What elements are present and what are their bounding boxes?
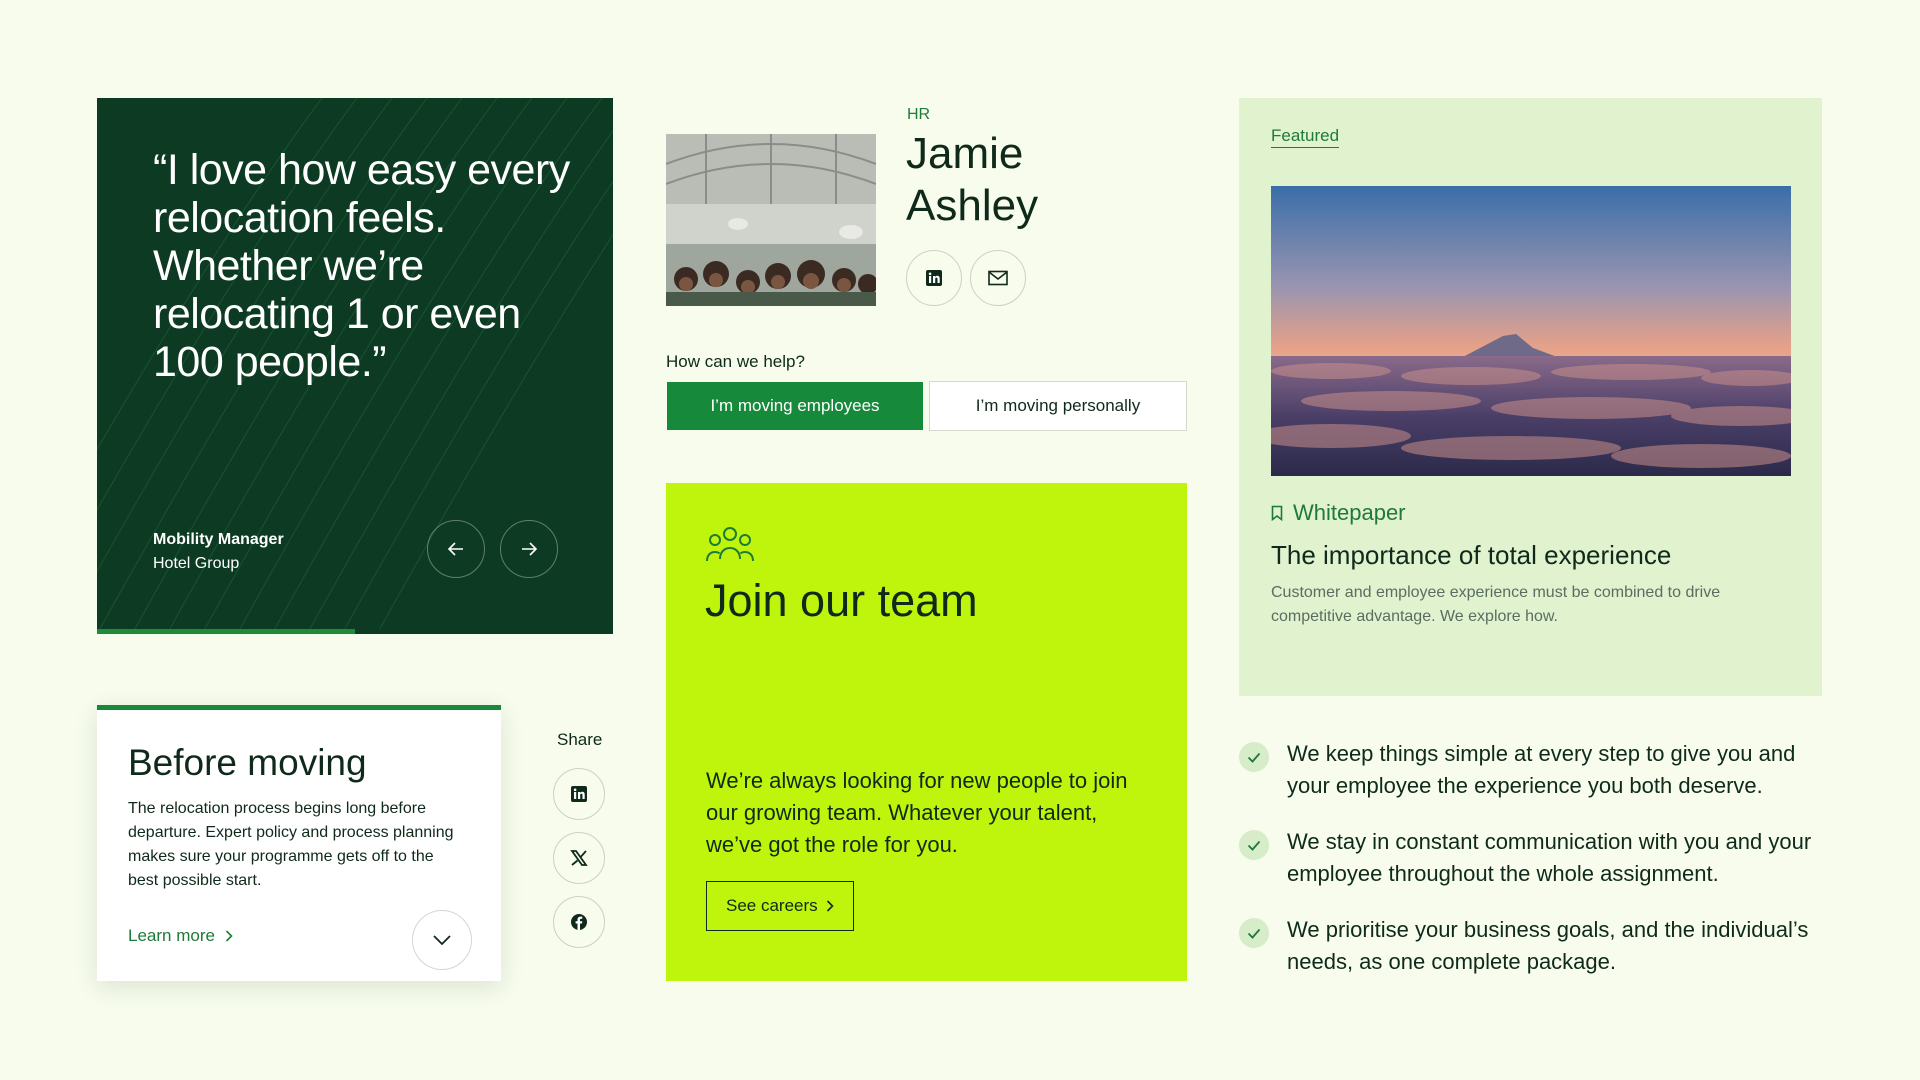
check-icon (1239, 742, 1269, 772)
share-facebook-button[interactable] (553, 896, 605, 948)
before-moving-text: The relocation process begins long befor… (128, 800, 454, 889)
linkedin-icon (571, 786, 587, 802)
testimonial-quote: “I love how easy every relocation feels.… (153, 146, 570, 386)
featured-label[interactable]: Featured (1271, 126, 1340, 148)
join-team-title: Join our team (705, 575, 978, 626)
benefits-list: We keep things simple at every step to g… (1239, 738, 1839, 1002)
profile-department: HR (907, 106, 931, 123)
facebook-icon (571, 914, 587, 930)
testimonial-card: “I love how easy every relocation feels.… (97, 98, 613, 634)
featured-title[interactable]: The importance of total experience (1271, 540, 1671, 571)
benefit-text: We prioritise your business goals, and t… (1287, 917, 1809, 974)
profile-photo (666, 134, 876, 306)
list-item: We prioritise your business goals, and t… (1239, 914, 1839, 978)
chevron-down-icon (433, 935, 451, 946)
previous-button[interactable] (427, 520, 485, 578)
arrow-left-icon (447, 542, 463, 556)
x-icon (570, 850, 588, 866)
arrow-right-icon (522, 542, 538, 556)
bookmark-icon (1271, 505, 1283, 521)
whitepaper-tag: Whitepaper (1271, 500, 1406, 526)
learn-more-label: Learn more (128, 926, 215, 945)
expand-button[interactable] (412, 910, 472, 970)
testimonial-attribution: Mobility Manager Hotel Group (153, 528, 284, 576)
chevron-right-icon (826, 900, 834, 912)
before-moving-card: Before moving The relocation process beg… (97, 705, 501, 981)
moving-personally-button[interactable]: I’m moving personally (929, 381, 1187, 431)
testimonial-company: Hotel Group (153, 555, 240, 572)
email-icon (988, 270, 1008, 286)
people-icon (706, 527, 754, 562)
share-x-button[interactable] (553, 832, 605, 884)
join-team-card: Join our team We’re always looking for n… (666, 483, 1187, 981)
carousel-progress-fill (97, 629, 355, 634)
learn-more-link[interactable]: Learn more (128, 926, 233, 946)
help-label: How can we help? (666, 352, 805, 371)
featured-description: Customer and employee experience must be… (1271, 584, 1721, 625)
profile-linkedin-button[interactable] (906, 250, 962, 306)
featured-image (1271, 186, 1791, 476)
join-team-text: We’re always looking for new people to j… (706, 768, 1128, 857)
linkedin-icon (926, 270, 942, 286)
see-careers-button[interactable]: See careers (706, 881, 854, 931)
next-button[interactable] (500, 520, 558, 578)
whitepaper-label: Whitepaper (1293, 500, 1406, 525)
moving-employees-button[interactable]: I’m moving employees (667, 382, 923, 430)
list-item: We keep things simple at every step to g… (1239, 738, 1839, 802)
before-moving-title: Before moving (128, 742, 367, 783)
profile-first-name: Jamie (906, 129, 1024, 178)
share-label: Share (557, 730, 603, 749)
check-icon (1239, 830, 1269, 860)
benefit-text: We keep things simple at every step to g… (1287, 741, 1796, 798)
featured-card: Featured Whitepaper The importance of to… (1239, 98, 1822, 696)
profile-name: Jamie Ashley (906, 128, 1038, 232)
share-linkedin-button[interactable] (553, 768, 605, 820)
see-careers-label: See careers (726, 896, 818, 915)
list-item: We stay in constant communication with y… (1239, 826, 1839, 890)
chevron-right-icon (225, 930, 233, 942)
check-icon (1239, 918, 1269, 948)
profile-last-name: Ashley (906, 181, 1039, 230)
benefit-text: We stay in constant communication with y… (1287, 829, 1812, 886)
profile-email-button[interactable] (970, 250, 1026, 306)
testimonial-role: Mobility Manager (153, 531, 284, 548)
